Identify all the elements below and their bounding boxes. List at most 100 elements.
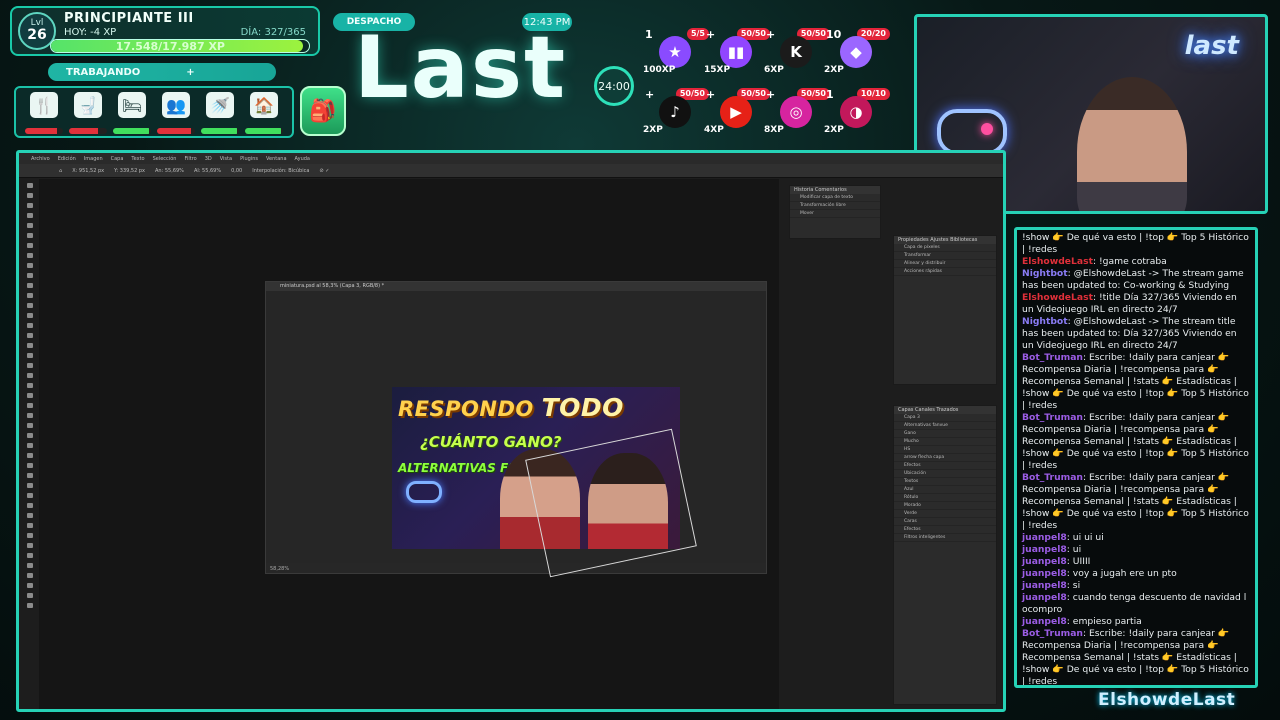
need-slot: 🏠 [242,92,286,134]
need-slot: 🚿 [198,92,242,134]
layer-row[interactable]: Capa 3 [894,414,996,422]
canvas-area[interactable]: miniatura.psd al 58,3% (Capa 3, RGB/8) *… [39,179,779,709]
chat-username[interactable]: Bot_Truman [1022,628,1083,639]
document-window[interactable]: miniatura.psd al 58,3% (Capa 3, RGB/8) *… [265,281,767,578]
goal-xp: 100XP [643,65,676,75]
props-row[interactable]: Acciones rápidas [894,268,996,276]
chat-username[interactable]: ElshowdeLast [1022,256,1093,267]
layer-row[interactable]: Ubicación [894,470,996,478]
layers-tabs[interactable]: Capas Canales Trazados [894,406,996,414]
need-slot: 🍴 [22,92,66,134]
menu-item[interactable]: Ayuda [295,156,310,162]
props-row[interactable]: Alinear y distribuir [894,260,996,268]
chat-text: : si [1066,580,1081,591]
document-canvas[interactable]: RESPONDO TODO ¿CUÁNTO GANO? ALTERNATIVAS… [266,291,766,578]
chat-text: : !game cotraba [1092,256,1167,267]
level-panel: Lvl 26 PRINCIPIANTE III HOY: -4 XP DÍA: … [10,6,320,56]
menu-item[interactable]: Selección [153,156,177,162]
chat-message: Nightbot: @ElshowdeLast -> The stream ti… [1022,316,1250,352]
chat-message: Bot_Truman: Escribe: !daily para canjear… [1022,412,1250,472]
star-icon: ★ [659,36,691,68]
menu-item[interactable]: Filtro [184,156,196,162]
layer-row[interactable]: HS [894,446,996,454]
need-slot: 🚽 [66,92,110,134]
goal-xp: 15XP [704,65,731,75]
gauge-goal: 1 10/10 ◑ 2XP [824,88,890,138]
menu-bar: Archivo Edición Imagen Capa Texto Selección Fi… [19,153,1003,164]
history-row[interactable]: Transformación libre [790,202,880,210]
gamepad-icon [406,481,442,503]
layer-row[interactable]: Morado [894,502,996,510]
need-slot: 👥 [154,92,198,134]
chat-username[interactable]: ElshowdeLast [1022,292,1093,303]
goal-prefix: + [645,88,655,101]
goal-xp: 4XP [704,125,724,135]
chat-text: : ui ui ui [1066,532,1104,543]
chat-username[interactable]: juanpel8 [1022,568,1067,579]
history-panel[interactable]: Historia Comentarios Modificar capa de t… [789,185,881,239]
layer-row[interactable]: Mucho [894,438,996,446]
properties-tabs[interactable]: Propiedades Ajustes Bibliotecas [894,236,996,244]
menu-item[interactable]: Vista [220,156,232,162]
layer-row[interactable]: Caras [894,518,996,526]
chat-username[interactable]: juanpel8 [1022,580,1067,591]
twitch-goal: +50/50 ▮▮ 15XP [704,28,770,78]
layer-row[interactable]: Efectos [894,462,996,470]
streamer [1077,77,1187,211]
history-row[interactable]: Modificar capa de texto [790,194,880,202]
layer-row[interactable]: Textos [894,478,996,486]
status-pill: TRABAJANDO + [48,63,276,81]
crystal-goal: 10 20/20 ◆ 2XP [824,28,890,78]
day-counter: DÍA: 327/365 [240,27,306,38]
gauge-icon: ◑ [840,96,872,128]
goal-prefix: 10 [826,28,842,41]
goal-prefix: 1 [645,28,653,41]
layer-row[interactable]: Azul [894,486,996,494]
layer-row[interactable]: arrow flecha capa [894,454,996,462]
menu-item[interactable]: Ventana [266,156,287,162]
chat-message: ElshowdeLast: !title Día 327/365 Viviend… [1022,292,1250,316]
photoshop-window: Archivo Edición Imagen Capa Texto Selección Fi… [16,150,1006,712]
chat-message: juanpel8: empieso partia [1022,616,1250,628]
chat-username[interactable]: juanpel8 [1022,532,1067,543]
chat-username[interactable]: Bot_Truman [1022,412,1083,423]
layers-panel[interactable]: Capas Canales Trazados Capa 3 Alternativa… [893,405,997,705]
chat-username[interactable]: Nightbot [1022,268,1068,279]
goal-xp: 6XP [764,65,784,75]
menu-item[interactable]: Plugins [240,156,258,162]
layer-row[interactable]: Alternativas fanvue [894,422,996,430]
goal-xp: 2XP [824,65,844,75]
menu-item[interactable]: Imagen [84,156,103,162]
toolbar[interactable] [23,183,37,613]
props-row[interactable]: Capa de píxeles [894,244,996,252]
history-tabs[interactable]: Historia Comentarios [790,186,880,194]
chat-username[interactable]: juanpel8 [1022,592,1067,603]
backpack-icon: 🎒 [300,86,346,136]
chat-message: juanpel8: ui [1022,544,1250,556]
chat-message: juanpel8: si [1022,580,1250,592]
chat-message: juanpel8: UIIII [1022,556,1250,568]
chat-username[interactable]: juanpel8 [1022,616,1067,627]
properties-panel[interactable]: Propiedades Ajustes Bibliotecas Capa de … [893,235,997,385]
menu-item[interactable]: Texto [131,156,144,162]
history-row[interactable]: Mover [790,210,880,218]
layer-row[interactable]: Rótulo [894,494,996,502]
menu-item[interactable]: Capa [111,156,124,162]
chat-username[interactable]: juanpel8 [1022,544,1067,555]
goal-prefix: + [706,28,716,41]
youtube-goal: +50/50 ▶ 4XP [704,88,770,138]
chat-username[interactable]: Nightbot [1022,316,1068,327]
chat-username[interactable]: Bot_Truman [1022,472,1083,483]
layer-row[interactable]: Verde [894,510,996,518]
menu-item[interactable]: 3D [205,156,212,162]
chat-message: ElshowdeLast: !game cotraba [1022,256,1250,268]
menu-item[interactable]: Archivo [31,156,50,162]
chat-username[interactable]: Bot_Truman [1022,352,1083,363]
menu-item[interactable]: Edición [58,156,76,162]
layer-row[interactable]: Filtros inteligentes [894,534,996,542]
layer-row[interactable]: Efectos [894,526,996,534]
today-xp: HOY: -4 XP [64,27,117,38]
layer-row[interactable]: Gano [894,430,996,438]
chat-username[interactable]: juanpel8 [1022,556,1067,567]
props-row[interactable]: Transformar [894,252,996,260]
